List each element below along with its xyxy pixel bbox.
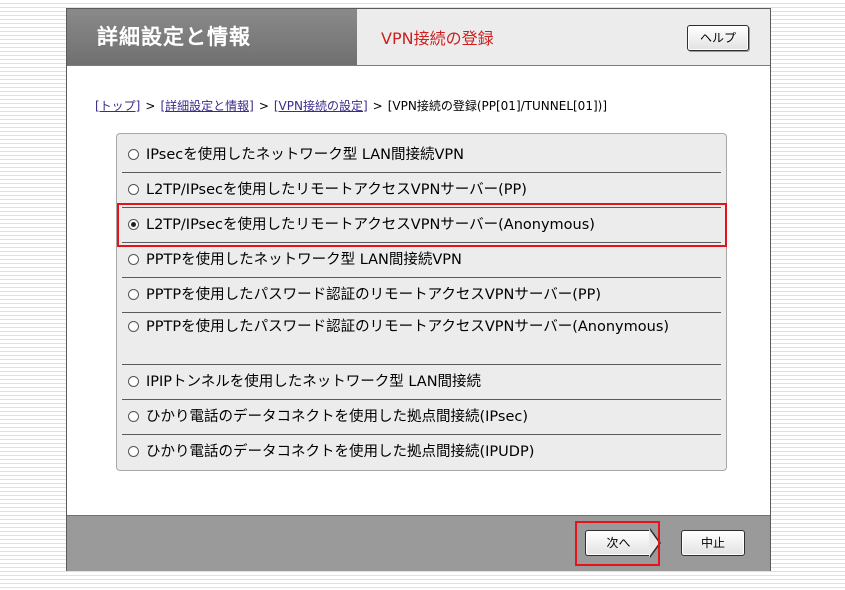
- settings-panel: 詳細設定と情報 VPN接続の登録 ヘルプ [トップ] > [詳細設定と情報] > [VP…: [66, 8, 771, 571]
- vpn-type-options: IPsecを使用したネットワーク型 LAN間接続VPN L2TP/IPsecを使…: [116, 133, 727, 471]
- option-ipsec-lan[interactable]: IPsecを使用したネットワーク型 LAN間接続VPN: [122, 138, 721, 173]
- radio-button[interactable]: [128, 148, 139, 160]
- header-subtitle-area: VPN接続の登録 ヘルプ: [357, 9, 770, 65]
- option-pptp-lan[interactable]: PPTPを使用したネットワーク型 LAN間接続VPN: [122, 243, 721, 278]
- option-pptp-anonymous[interactable]: PPTPを使用したパスワード認証のリモートアクセスVPNサーバー(Anonymo…: [122, 313, 721, 365]
- footer-bar: 次へ 中止: [67, 515, 770, 571]
- breadcrumb-separator: >: [145, 99, 156, 113]
- radio-button[interactable]: [128, 410, 139, 422]
- radio-button[interactable]: [128, 253, 139, 265]
- cancel-button[interactable]: 中止: [681, 530, 745, 556]
- breadcrumb-separator: >: [372, 99, 383, 113]
- page-title: 詳細設定と情報: [67, 9, 357, 65]
- radio-button[interactable]: [128, 445, 139, 457]
- option-pptp-pp[interactable]: PPTPを使用したパスワード認証のリモートアクセスVPNサーバー(PP): [122, 278, 721, 313]
- option-l2tp-anonymous[interactable]: L2TP/IPsecを使用したリモートアクセスVPNサーバー(Anonymous…: [117, 203, 727, 247]
- option-label: IPIPトンネルを使用したネットワーク型 LAN間接続: [146, 374, 482, 390]
- radio-button[interactable]: [128, 183, 139, 195]
- option-label: L2TP/IPsecを使用したリモートアクセスVPNサーバー(PP): [146, 182, 527, 198]
- option-label: ひかり電話のデータコネクトを使用した拠点間接続(IPsec): [146, 409, 529, 425]
- radio-button[interactable]: [128, 375, 139, 387]
- next-button[interactable]: 次へ: [585, 530, 651, 556]
- radio-button[interactable]: [128, 320, 139, 332]
- breadcrumb-link-advanced-settings[interactable]: [詳細設定と情報]: [160, 99, 253, 113]
- page-subtitle: VPN接続の登録: [381, 29, 494, 48]
- option-hikari-ipsec[interactable]: ひかり電話のデータコネクトを使用した拠点間接続(IPsec): [122, 400, 721, 435]
- breadcrumb-link-top[interactable]: [トップ]: [95, 99, 140, 113]
- option-label: L2TP/IPsecを使用したリモートアクセスVPNサーバー(Anonymous…: [146, 217, 595, 233]
- help-button[interactable]: ヘルプ: [687, 25, 749, 51]
- option-label: PPTPを使用したパスワード認証のリモートアクセスVPNサーバー(Anonymo…: [146, 319, 670, 335]
- header: 詳細設定と情報 VPN接続の登録 ヘルプ: [67, 9, 770, 66]
- option-hikari-ipudp[interactable]: ひかり電話のデータコネクトを使用した拠点間接続(IPUDP): [122, 435, 721, 470]
- option-label: PPTPを使用したネットワーク型 LAN間接続VPN: [146, 252, 462, 268]
- option-l2tp-pp[interactable]: L2TP/IPsecを使用したリモートアクセスVPNサーバー(PP): [122, 173, 721, 208]
- breadcrumb-link-vpn-settings[interactable]: [VPN接続の設定]: [274, 99, 368, 113]
- option-ipip-lan[interactable]: IPIPトンネルを使用したネットワーク型 LAN間接続: [122, 365, 721, 400]
- breadcrumb: [トップ] > [詳細設定と情報] > [VPN接続の設定] > [VPN接続の登録(PP[…: [95, 97, 607, 114]
- option-label: PPTPを使用したパスワード認証のリモートアクセスVPNサーバー(PP): [146, 287, 602, 303]
- option-label: IPsecを使用したネットワーク型 LAN間接続VPN: [146, 147, 465, 163]
- radio-button[interactable]: [128, 288, 139, 300]
- breadcrumb-separator: >: [258, 99, 269, 113]
- breadcrumb-current: [VPN接続の登録(PP[01]/TUNNEL[01])]: [387, 99, 607, 113]
- radio-button-selected[interactable]: [128, 218, 139, 230]
- option-label: ひかり電話のデータコネクトを使用した拠点間接続(IPUDP): [146, 444, 535, 460]
- next-arrow-icon[interactable]: [649, 528, 661, 558]
